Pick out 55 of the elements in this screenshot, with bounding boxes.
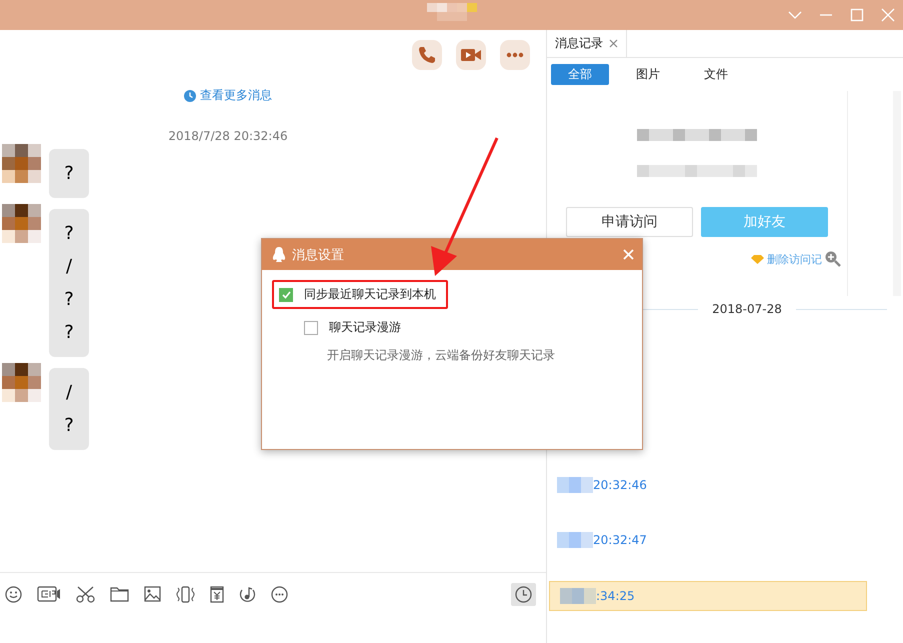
- envelope-icon[interactable]: [210, 586, 224, 602]
- blurred-name: [557, 532, 593, 548]
- emoji-icon[interactable]: [5, 586, 22, 602]
- more-messages-link[interactable]: 查看更多消息: [184, 87, 272, 104]
- request-access-button[interactable]: 申请访问: [566, 207, 693, 237]
- filter-tab[interactable]: 文件: [687, 64, 745, 85]
- history-entry[interactable]: :34:25: [549, 581, 867, 611]
- checkbox[interactable]: [279, 288, 293, 302]
- music-icon[interactable]: [239, 586, 256, 602]
- option-label: 聊天记录漫游: [329, 319, 401, 336]
- dialog-title: 消息设置: [292, 246, 344, 264]
- blurred-name: [557, 477, 593, 493]
- message-time: 20:32:47: [593, 533, 647, 547]
- history-entry[interactable]: 20:32:46: [547, 471, 867, 499]
- more-icon[interactable]: [271, 586, 288, 602]
- filter-tab[interactable]: 全部: [551, 64, 609, 85]
- clock-icon: [184, 90, 196, 102]
- checkbox[interactable]: [304, 320, 318, 334]
- more-button[interactable]: [500, 40, 530, 70]
- history-tab-label: 消息记录: [555, 35, 603, 52]
- filter-tab[interactable]: 图片: [619, 64, 677, 85]
- message-timestamp: 2018/7/28 20:32:46: [168, 129, 288, 143]
- phone-icon: [417, 45, 437, 65]
- date-divider: 2018-07-28: [712, 302, 782, 316]
- message-bubble: / ?: [49, 368, 89, 450]
- history-tab[interactable]: 消息记录: [547, 30, 627, 57]
- blurred-avatar: [2, 363, 41, 402]
- more-messages-text: 查看更多消息: [200, 87, 272, 104]
- zoom-in-icon[interactable]: [825, 251, 841, 267]
- blurred-avatar: [2, 204, 41, 243]
- video-call-button[interactable]: [456, 40, 486, 70]
- video-camera-icon: [460, 46, 482, 64]
- image-icon[interactable]: [144, 586, 161, 602]
- delete-visit-link[interactable]: 删除访问记: [767, 252, 822, 266]
- option-description: 开启聊天记录漫游，云端备份好友聊天记录: [327, 347, 556, 364]
- penguin-icon: [272, 246, 286, 262]
- close-icon[interactable]: [609, 39, 618, 48]
- folder-icon[interactable]: [110, 586, 129, 602]
- message-bubble: ? / ? ?: [49, 209, 89, 357]
- option-label: 同步最近聊天记录到本机: [304, 286, 436, 303]
- blurred-name: [560, 588, 596, 604]
- blurred-avatar: [2, 144, 41, 183]
- diamond-icon: [751, 254, 764, 264]
- history-entry[interactable]: 20:32:47: [547, 526, 867, 554]
- message-bubble: ?: [49, 149, 89, 198]
- scissors-icon[interactable]: [76, 586, 95, 602]
- message-time: :34:25: [596, 589, 635, 603]
- clock-icon: [515, 586, 532, 602]
- gif-icon[interactable]: [37, 586, 61, 602]
- vibrate-phone-icon[interactable]: [176, 586, 195, 602]
- call-button[interactable]: [412, 40, 442, 70]
- more-icon: [505, 52, 525, 58]
- history-button[interactable]: [511, 582, 536, 606]
- message-time: 20:32:46: [593, 478, 647, 492]
- checkmark-icon: [282, 290, 290, 298]
